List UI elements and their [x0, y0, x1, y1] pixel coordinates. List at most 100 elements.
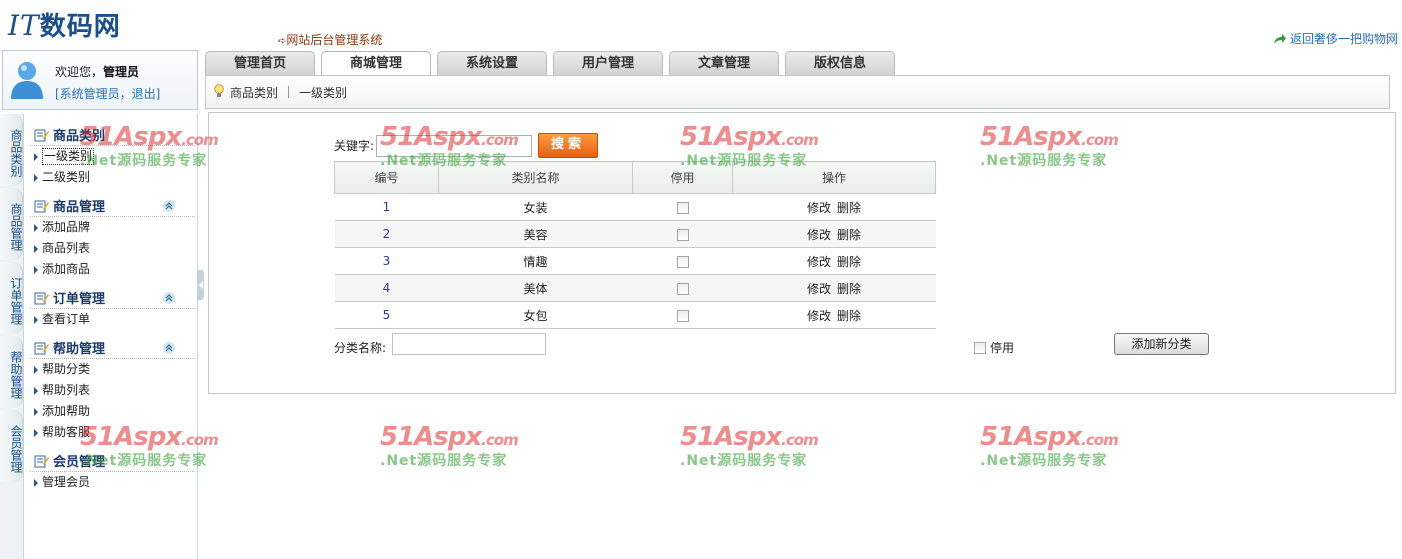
- search-row: 关键字: 搜索: [334, 133, 599, 158]
- search-button[interactable]: 搜索: [538, 133, 599, 158]
- menu-item-manage-members[interactable]: 管理会员: [30, 472, 195, 493]
- watermark: 51Aspx.com .Net源码服务专家: [980, 422, 1119, 470]
- watermark-domain: .com: [781, 431, 819, 449]
- watermark: 51Aspx.com .Net源码服务专家: [380, 422, 519, 470]
- tab-system-settings[interactable]: 系统设置: [437, 51, 547, 75]
- menu-head-products[interactable]: 商品管理: [30, 195, 195, 217]
- collapse-icon[interactable]: [163, 292, 175, 304]
- site-logo: IT数码网: [8, 6, 121, 43]
- lightbulb-icon: [214, 84, 224, 97]
- menu-item-label: 添加品牌: [42, 220, 91, 234]
- disabled-checkbox[interactable]: [676, 255, 689, 268]
- content-panel: 关键字: 搜索 编号 类别名称 停用 操作 1 女装 修改 删除 2 美容 修改…: [208, 112, 1396, 394]
- breadcrumb-level-2[interactable]: 一级类别: [299, 84, 347, 101]
- menu-item-label: 帮助客服: [42, 425, 91, 439]
- row-disabled-cell: [632, 193, 733, 221]
- edit-link[interactable]: 修改: [807, 228, 831, 242]
- watermark-brand: 51Aspx: [680, 422, 782, 452]
- menu-item-label: 一级类别: [42, 148, 95, 165]
- tab-home[interactable]: 管理首页: [205, 51, 315, 75]
- row-id: 1: [334, 193, 439, 221]
- menu-head-label: 会员管理: [53, 455, 106, 470]
- triangle-bullet-icon: [34, 315, 38, 324]
- row-disabled-cell: [632, 220, 733, 248]
- main-tabs: 管理首页 商城管理 系统设置 用户管理 文章管理 版权信息: [205, 51, 895, 76]
- add-category-form: 分类名称: 停用 添加新分类: [334, 333, 1214, 359]
- breadcrumb-level-1[interactable]: 商品类别: [230, 84, 278, 101]
- menu-head-categories[interactable]: 商品类别: [30, 124, 195, 146]
- menu-item-add-help[interactable]: 添加帮助: [30, 401, 195, 422]
- side-tab-categories[interactable]: 商品类别: [0, 114, 23, 186]
- row-actions: 修改 删除: [732, 247, 936, 275]
- row-actions: 修改 删除: [732, 220, 936, 248]
- delete-link[interactable]: 删除: [837, 255, 861, 269]
- menu-head-members[interactable]: 会员管理: [30, 450, 195, 472]
- edit-link[interactable]: 修改: [807, 255, 831, 269]
- edit-link[interactable]: 修改: [807, 309, 831, 323]
- side-tab-help[interactable]: 帮助管理: [0, 336, 23, 408]
- menu-item-label: 帮助分类: [42, 362, 91, 376]
- category-name-input[interactable]: [392, 333, 546, 355]
- delete-link[interactable]: 删除: [837, 309, 861, 323]
- side-tab-members[interactable]: 会员管理: [0, 410, 23, 482]
- disabled-checkbox[interactable]: [676, 228, 689, 241]
- tab-article-management[interactable]: 文章管理: [669, 51, 779, 75]
- user-links[interactable]: [系统管理员，退出]: [55, 85, 160, 102]
- menu-item-add-brand[interactable]: 添加品牌: [30, 217, 195, 238]
- disable-new-checkbox[interactable]: [974, 341, 986, 354]
- menu-item-help-service[interactable]: 帮助客服: [30, 422, 195, 443]
- edit-link[interactable]: 修改: [807, 282, 831, 296]
- watermark-brand: 51Aspx: [380, 422, 482, 452]
- add-category-button[interactable]: 添加新分类: [1114, 333, 1209, 355]
- menu-item-level1-category[interactable]: 一级类别: [30, 146, 195, 167]
- row-id: 5: [334, 301, 439, 329]
- collapse-sidebar-handle[interactable]: [197, 270, 204, 300]
- col-id: 编号: [334, 161, 439, 194]
- menu-item-view-orders[interactable]: 查看订单: [30, 309, 195, 330]
- disabled-checkbox[interactable]: [676, 201, 689, 214]
- side-tab-orders[interactable]: 订单管理: [0, 262, 23, 334]
- row-actions: 修改 删除: [732, 193, 936, 221]
- menu-head-label: 商品管理: [53, 200, 106, 215]
- menu-item-help-category[interactable]: 帮助分类: [30, 359, 195, 380]
- menu-item-add-product[interactable]: 添加商品: [30, 259, 195, 280]
- menu-item-help-list[interactable]: 帮助列表: [30, 380, 195, 401]
- menu-item-label: 添加商品: [42, 262, 91, 276]
- search-input[interactable]: [376, 134, 533, 157]
- collapse-icon[interactable]: [163, 200, 175, 212]
- table-row: 4 美体 修改 删除: [334, 274, 936, 302]
- menu-head-help[interactable]: 帮助管理: [30, 337, 195, 359]
- edit-note-icon: [34, 455, 49, 467]
- tab-copyright[interactable]: 版权信息: [785, 51, 895, 75]
- edit-link[interactable]: 修改: [807, 201, 831, 215]
- side-tab-products[interactable]: 商品管理: [0, 188, 23, 260]
- back-to-shop-link[interactable]: 返回奢侈一把购物网: [1273, 30, 1398, 47]
- system-title: ➪网站后台管理系统: [278, 31, 382, 48]
- disabled-checkbox[interactable]: [676, 282, 689, 295]
- triangle-bullet-icon: [34, 386, 38, 395]
- menu-head-orders[interactable]: 订单管理: [30, 287, 195, 309]
- row-id: 2: [334, 220, 439, 248]
- triangle-bullet-icon: [34, 365, 38, 374]
- delete-link[interactable]: 删除: [837, 282, 861, 296]
- row-id: 4: [334, 274, 439, 302]
- menu-item-label: 商品列表: [42, 241, 91, 255]
- col-name: 类别名称: [438, 161, 633, 194]
- delete-link[interactable]: 删除: [837, 228, 861, 242]
- system-title-text: 网站后台管理系统: [286, 33, 383, 47]
- menu-group-products: 商品管理 添加品牌 商品列表 添加商品: [30, 195, 195, 280]
- menu-item-product-list[interactable]: 商品列表: [30, 238, 195, 259]
- category-table: 编号 类别名称 停用 操作 1 女装 修改删除 2 美容 修改删除 3 情趣: [334, 161, 936, 329]
- disabled-checkbox[interactable]: [676, 309, 689, 322]
- menu-item-label: 添加帮助: [42, 404, 91, 418]
- tab-user-management[interactable]: 用户管理: [553, 51, 663, 75]
- menu-item-label: 查看订单: [42, 312, 91, 326]
- collapse-icon[interactable]: [163, 342, 175, 354]
- triangle-bullet-icon: [34, 265, 38, 274]
- delete-link[interactable]: 删除: [837, 201, 861, 215]
- tab-mall[interactable]: 商城管理: [321, 51, 431, 76]
- search-label: 关键字:: [334, 139, 375, 153]
- menu-item-level2-category[interactable]: 二级类别: [30, 167, 195, 188]
- row-disabled-cell: [632, 301, 733, 329]
- edit-note-icon: [34, 342, 49, 354]
